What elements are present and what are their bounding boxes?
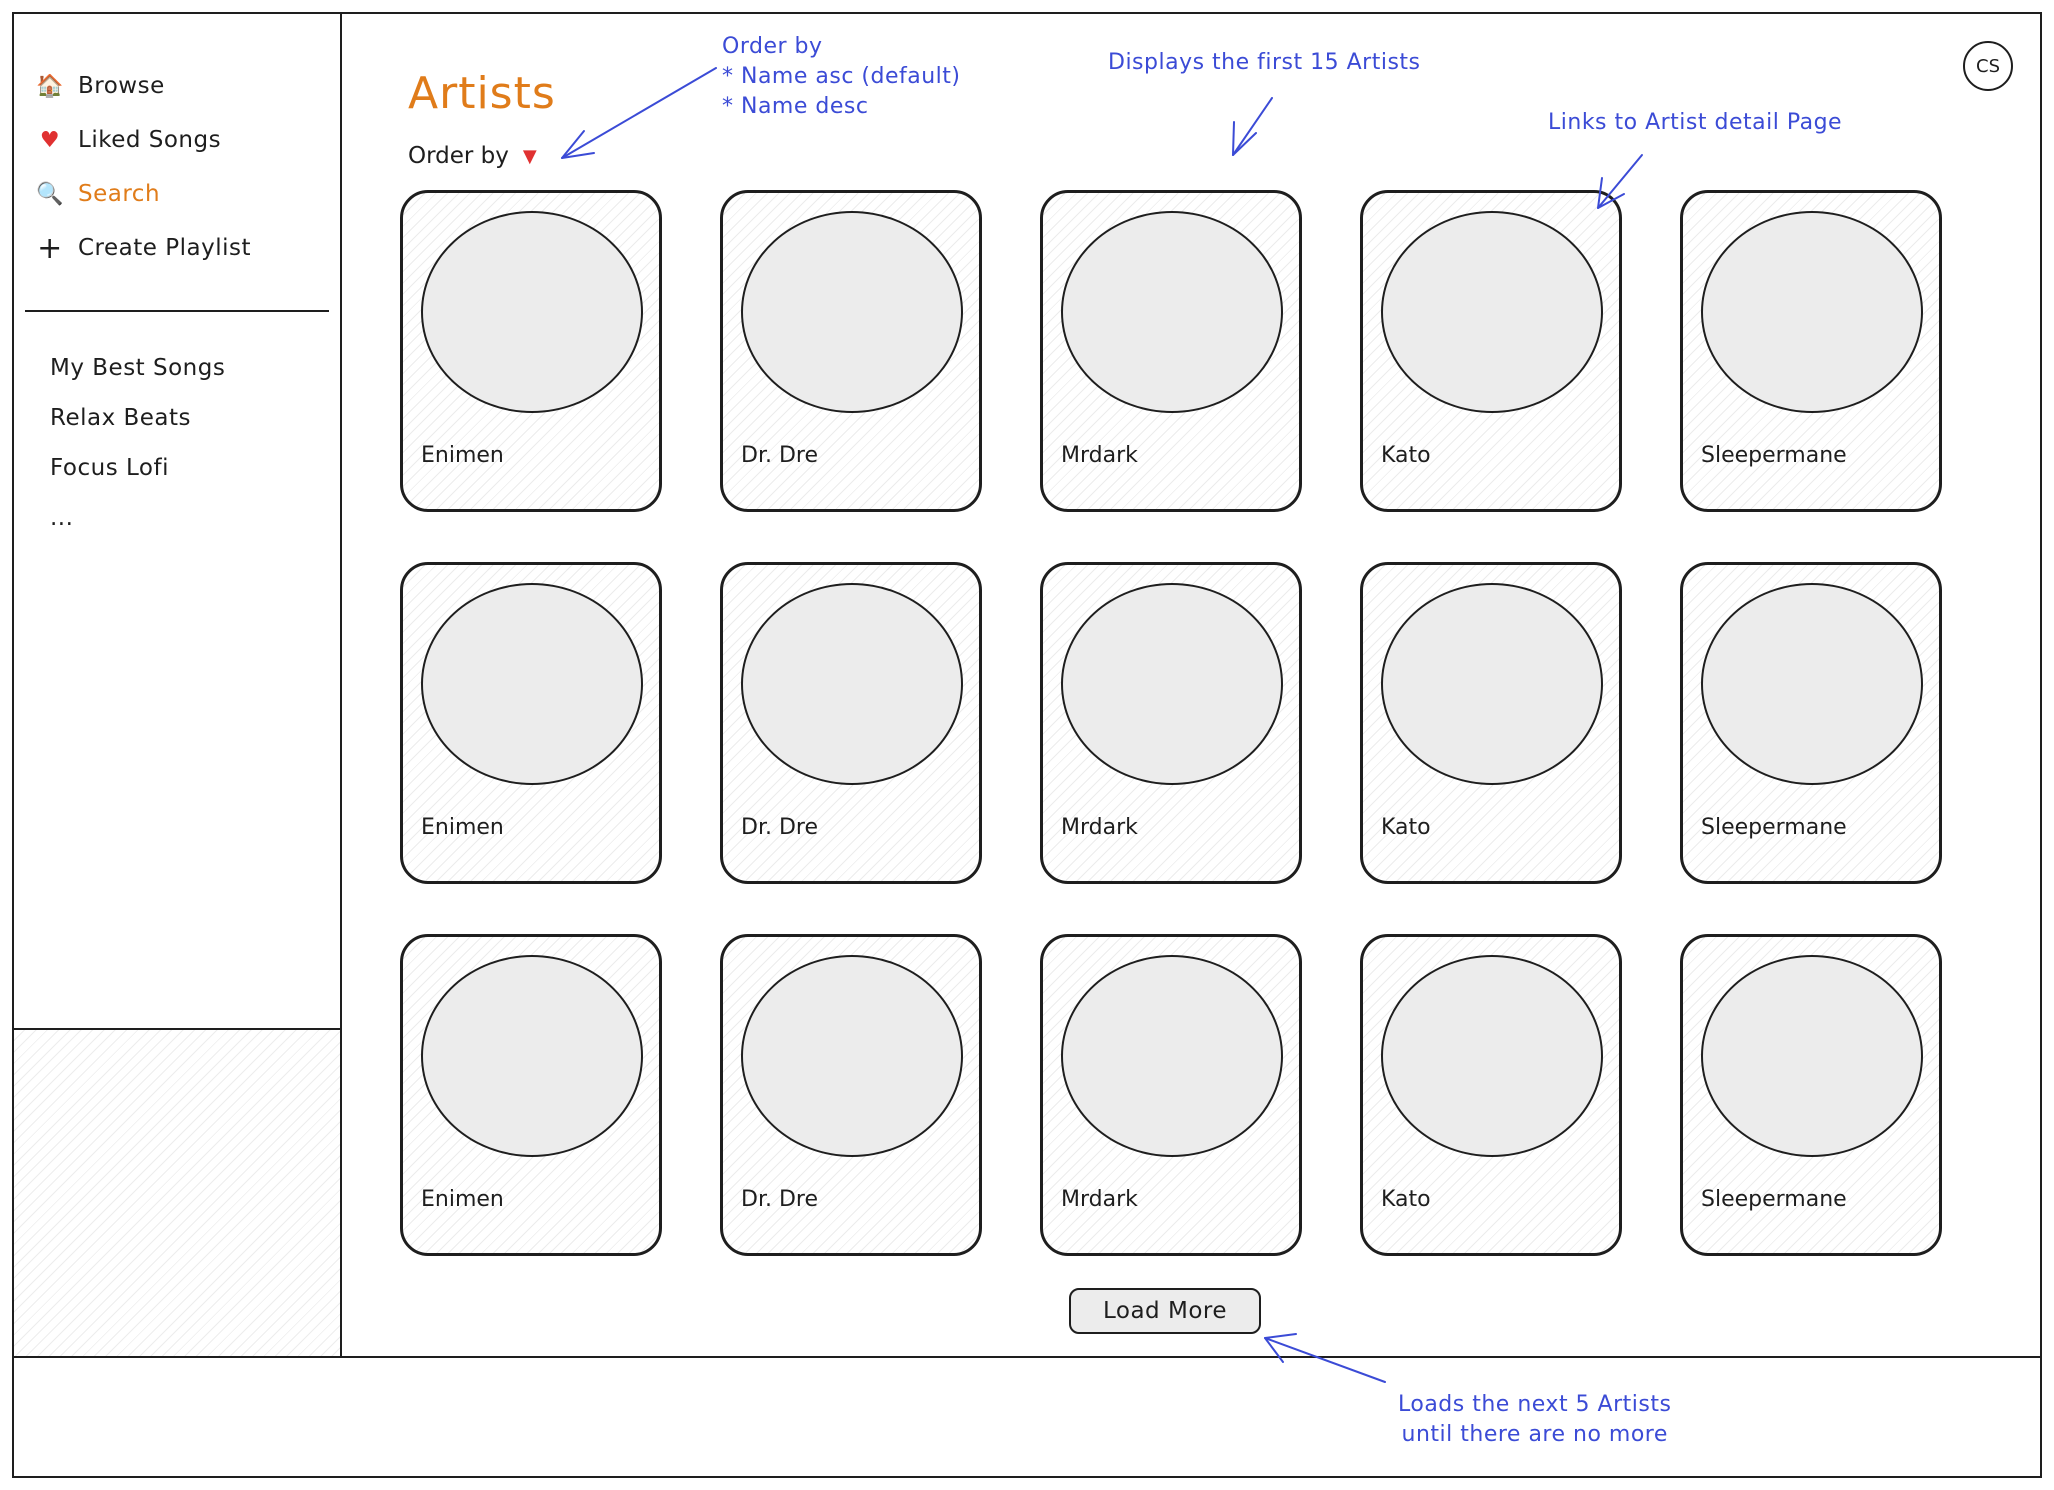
annotation-arrows [561, 67, 1643, 1383]
arrow-links [1597, 154, 1643, 209]
arrow-order [561, 67, 717, 159]
arrow-load-more [1264, 1337, 1386, 1383]
arrow-first15 [1232, 97, 1273, 156]
